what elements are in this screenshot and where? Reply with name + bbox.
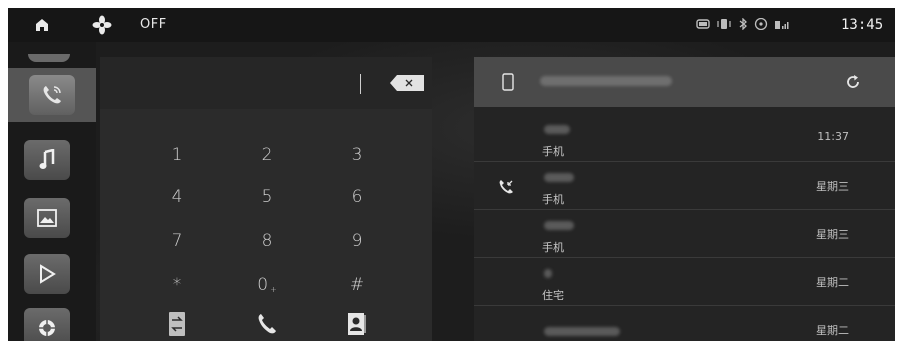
sidebar-item-gallery[interactable] xyxy=(24,198,70,238)
signal-icon xyxy=(775,21,789,29)
contact-name-redacted xyxy=(544,327,620,336)
wifi-icon xyxy=(754,18,768,30)
call-list-item[interactable]: 手机 星期三 xyxy=(474,163,895,210)
contacts-icon xyxy=(348,313,366,335)
key-1[interactable]: 1 xyxy=(132,137,222,173)
call-list-item[interactable]: 星期二 xyxy=(474,307,895,341)
infotainment-screen: OFF 13:45 1 2 3 4 5 6 7 8 9 * 0 + # 手机 1… xyxy=(8,8,895,341)
fan-state-label: OFF xyxy=(140,17,167,32)
connected-device-name-redacted xyxy=(540,76,672,86)
call-time: 星期二 xyxy=(816,324,849,337)
settings-icon xyxy=(39,320,55,336)
dialer-panel: 1 2 3 4 5 6 7 8 9 * 0 + # xyxy=(100,57,432,341)
fan-icon[interactable] xyxy=(92,15,112,35)
call-list-item[interactable]: 手机 星期三 xyxy=(474,211,895,258)
key-7[interactable]: 7 xyxy=(132,223,222,259)
app-sidebar xyxy=(8,42,96,341)
sidebar-item-music[interactable] xyxy=(24,140,70,180)
call-list-item[interactable]: 住宅 星期二 xyxy=(474,259,895,306)
refresh-icon[interactable] xyxy=(844,73,862,91)
vibrate-icon xyxy=(717,19,731,29)
key-5[interactable]: 5 xyxy=(222,179,312,215)
key-9[interactable]: 9 xyxy=(312,223,402,259)
key-star[interactable]: * xyxy=(132,267,222,303)
call-button[interactable] xyxy=(222,307,312,341)
calls-header xyxy=(474,57,895,107)
backspace-button[interactable] xyxy=(389,74,425,92)
system-icons xyxy=(696,18,790,30)
sidebar-item-video[interactable] xyxy=(24,254,70,294)
image-icon xyxy=(37,209,57,227)
key-8[interactable]: 8 xyxy=(222,223,312,259)
call-time: 11:37 xyxy=(817,130,849,143)
play-icon xyxy=(40,264,56,284)
media-icon xyxy=(696,19,710,29)
phone-type-label: 手机 xyxy=(542,241,564,254)
key-label: 1 xyxy=(171,145,183,165)
key-label: 6 xyxy=(351,187,363,207)
call-time: 星期三 xyxy=(816,180,849,193)
number-display[interactable] xyxy=(100,57,432,109)
switch-audio-button[interactable] xyxy=(132,307,222,341)
call-icon xyxy=(258,314,276,334)
home-icon[interactable] xyxy=(34,17,50,33)
sidebar-scroll-indicator xyxy=(28,54,70,62)
key-hash[interactable]: # xyxy=(312,267,402,303)
phone-type-label: 手机 xyxy=(542,145,564,158)
key-label: 9 xyxy=(351,231,363,251)
key-label: * xyxy=(172,275,182,295)
key-label: 4 xyxy=(171,187,183,207)
bluetooth-icon xyxy=(739,18,747,30)
incoming-call-icon xyxy=(499,180,513,194)
key-4[interactable]: 4 xyxy=(132,179,222,215)
key-0[interactable]: 0 + xyxy=(222,267,312,303)
switch-audio-icon xyxy=(169,312,185,336)
clock: 13:45 xyxy=(841,17,884,33)
sidebar-item-settings[interactable] xyxy=(24,308,70,341)
phone-type-label: 手机 xyxy=(542,193,564,206)
contact-name-redacted xyxy=(544,221,574,230)
call-time: 星期三 xyxy=(816,228,849,241)
sidebar-item-phone[interactable] xyxy=(8,68,96,122)
mobile-phone-icon xyxy=(502,73,514,91)
status-bar: OFF 13:45 xyxy=(8,8,895,42)
key-label: 0 xyxy=(257,275,269,295)
key-sublabel: + xyxy=(270,284,277,294)
key-label: 2 xyxy=(261,145,273,165)
text-cursor xyxy=(360,74,361,94)
phone-icon xyxy=(43,86,61,104)
key-6[interactable]: 6 xyxy=(312,179,402,215)
phone-type-label: 住宅 xyxy=(542,289,564,302)
call-time: 星期二 xyxy=(816,276,849,289)
contact-name-redacted xyxy=(544,173,574,182)
key-label: 5 xyxy=(261,187,273,207)
music-note-icon xyxy=(39,149,55,169)
key-label: 7 xyxy=(171,231,183,251)
contacts-button[interactable] xyxy=(312,307,402,341)
key-label: 8 xyxy=(261,231,273,251)
contact-name-redacted xyxy=(544,269,552,278)
recent-calls-panel: 手机 11:37 手机 星期三 手机 星期三 住宅 星期二 星期二 xyxy=(474,57,895,341)
key-2[interactable]: 2 xyxy=(222,137,312,173)
key-label: # xyxy=(349,275,365,295)
call-list-item[interactable]: 手机 11:37 xyxy=(474,115,895,162)
key-3[interactable]: 3 xyxy=(312,137,402,173)
contact-name-redacted xyxy=(544,125,570,134)
key-label: 3 xyxy=(351,145,363,165)
